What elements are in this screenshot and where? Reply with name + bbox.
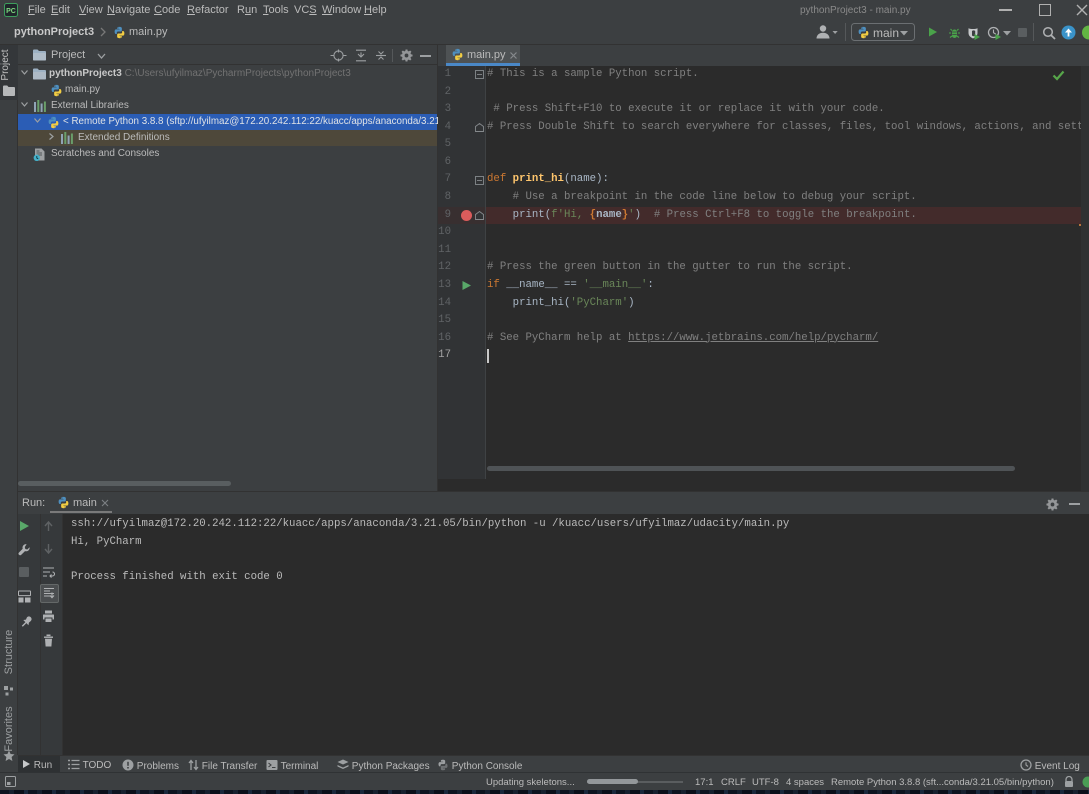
svg-text:PC: PC: [6, 8, 16, 15]
